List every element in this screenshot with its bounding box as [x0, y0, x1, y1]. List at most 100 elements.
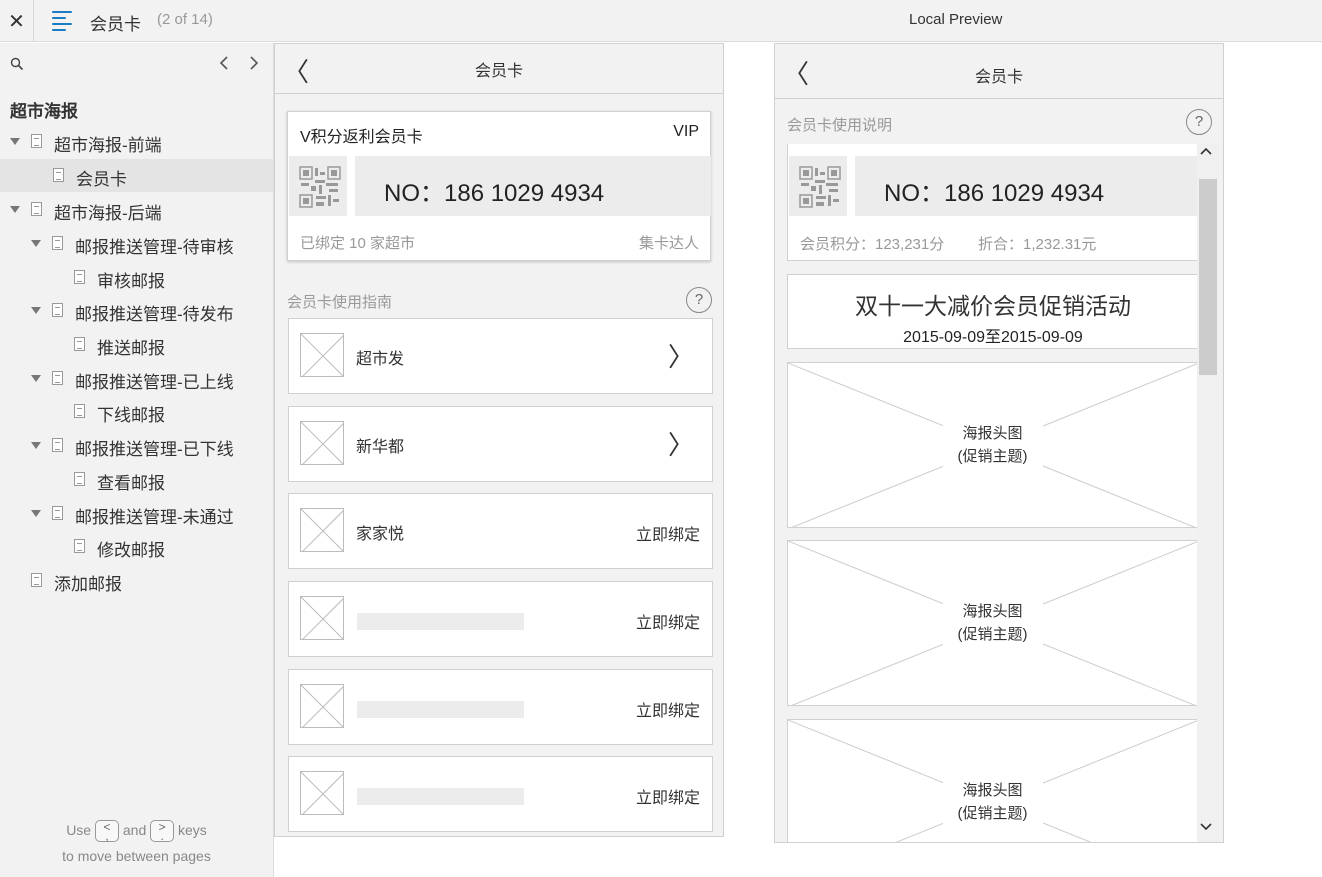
page-icon [52, 303, 63, 317]
store-name: 新华都 [356, 439, 405, 456]
tree-item-label: 邮报推送管理-待审核 [75, 238, 234, 257]
caret-down-icon[interactable] [10, 138, 20, 145]
page-icon [74, 539, 85, 553]
hint-line2: to move between pages [62, 848, 211, 864]
caret-down-icon[interactable] [31, 307, 41, 314]
tree-item-label: 邮报推送管理-未通过 [75, 508, 234, 527]
store-name-placeholder [357, 701, 524, 718]
header-title: 会员卡 [974, 69, 1023, 86]
close-button[interactable]: ✕ [0, 0, 34, 42]
tree-item-label: 审核邮报 [97, 272, 165, 291]
member-card[interactable]: V积分返利会员卡 VIP NO：186 1029 4934 已绑定 10 家超市… [287, 111, 711, 261]
chevron-right-icon[interactable]: 〉 [668, 337, 694, 374]
usage-label: 会员卡使用说明 [787, 117, 893, 134]
poster-placeholder[interactable]: 海报头图 (促销主题) [787, 719, 1198, 842]
page-icon [52, 371, 63, 385]
store-logo-placeholder [300, 596, 344, 640]
tree-item-online[interactable]: 邮报推送管理-已上线 [0, 362, 273, 395]
tree-item-frontend[interactable]: 超市海报-前端 [0, 125, 273, 158]
page-count: (2 of 14) [157, 11, 213, 28]
card-number-box: NO：186 1029 4934 [855, 156, 1200, 216]
tree-item-pending-review[interactable]: 邮报推送管理-待审核 [0, 227, 273, 260]
scroll-down-icon[interactable] [1199, 822, 1213, 832]
bound-stores: 已绑定 10 家超市 [300, 235, 416, 252]
page-icon [52, 236, 63, 250]
page-icon [31, 573, 42, 587]
header-title: 会员卡 [474, 63, 523, 80]
caret-down-icon[interactable] [10, 206, 20, 213]
image-placeholder-icon [301, 334, 343, 376]
qr-code-icon [799, 166, 841, 208]
member-points: 会员积分：123,231分 [800, 236, 945, 253]
store-row[interactable]: 家家悦 立即绑定 [288, 493, 713, 569]
tree-item-label: 添加邮报 [54, 575, 122, 594]
promo-banner[interactable]: 双十一大减价会员促销活动 2015-09-09至2015-09-09 [787, 274, 1199, 349]
page-icon [74, 472, 85, 486]
sitemap-root: 超市海报 [10, 102, 78, 121]
store-row[interactable]: 新华都 〉 [288, 406, 713, 482]
tree-item-label: 查看邮报 [97, 474, 165, 493]
key-next-icon: >. [150, 820, 175, 843]
page-icon [74, 337, 85, 351]
page-icon [74, 404, 85, 418]
chevron-right-icon[interactable]: 〉 [668, 425, 694, 462]
tree-item-add-mail[interactable]: 添加邮报 [0, 564, 273, 597]
poster-caption: 海报头图 (促销主题) [788, 600, 1197, 646]
top-bar: ✕ 会员卡 (2 of 14) Local Preview [0, 0, 1322, 42]
tree-item-backend[interactable]: 超市海报-后端 [0, 193, 273, 226]
bind-now-button[interactable]: 立即绑定 [636, 697, 700, 721]
caret-down-icon[interactable] [31, 375, 41, 382]
page-icon [52, 438, 63, 452]
tree-item-rejected[interactable]: 邮报推送管理-未通过 [0, 497, 273, 530]
next-page-button[interactable] [248, 55, 260, 76]
tree-item-push-mail[interactable]: 推送邮报 [0, 328, 273, 361]
tree-item-pending-publish[interactable]: 邮报推送管理-待发布 [0, 294, 273, 327]
menu-icon[interactable] [52, 11, 74, 31]
bind-now-button[interactable]: 立即绑定 [636, 784, 700, 808]
points-value: 折合：1,232.31元 [978, 236, 1097, 253]
tree-item-member-card[interactable]: 会员卡 [0, 159, 273, 192]
image-placeholder-icon [301, 422, 343, 464]
prev-page-button[interactable] [218, 55, 230, 76]
poster-title: 海报头图 [942, 600, 1043, 623]
sidebar: 超市海报 超市海报-前端 会员卡 超市海报-后端 邮报推送管理-待审核 审核邮报… [0, 43, 274, 877]
caret-down-icon[interactable] [31, 510, 41, 517]
bind-now-button[interactable]: 立即绑定 [636, 609, 700, 633]
poster-placeholder[interactable]: 海报头图 (促销主题) [787, 362, 1198, 528]
promo-dates: 2015-09-09至2015-09-09 [903, 329, 1083, 346]
bind-now-button[interactable]: 立即绑定 [636, 521, 700, 545]
tree-item-review-mail[interactable]: 审核邮报 [0, 261, 273, 294]
member-card[interactable]: NO：186 1029 4934 会员积分：123,231分 折合：1,232.… [787, 144, 1200, 261]
poster-title: 海报头图 [942, 422, 1043, 445]
scroll-up-icon[interactable] [1199, 146, 1213, 156]
store-logo-placeholder [300, 684, 344, 728]
store-row[interactable]: 超市发 〉 [288, 318, 713, 394]
member-card-detail-preview: 〈 会员卡 会员卡使用说明 ? NO：186 1029 4934 会员积分：12… [774, 43, 1224, 843]
tree-item-offline-mail[interactable]: 下线邮报 [0, 395, 273, 428]
keyboard-hint: Use <, and >. keys to move between pages [0, 817, 273, 869]
header-bar: 〈 会员卡 [275, 44, 723, 94]
store-row[interactable]: 立即绑定 [288, 581, 713, 657]
store-name-placeholder [357, 788, 524, 805]
store-name: 家家悦 [356, 526, 405, 543]
search-icon[interactable] [10, 57, 24, 71]
preview-label: Local Preview [909, 11, 1003, 28]
store-row[interactable]: 立即绑定 [288, 669, 713, 745]
poster-placeholder[interactable]: 海报头图 (促销主题) [787, 540, 1198, 706]
tree-item-offline[interactable]: 邮报推送管理-已下线 [0, 429, 273, 462]
chevron-right-icon [250, 56, 259, 70]
card-number-box: NO：186 1029 4934 [355, 156, 711, 216]
caret-down-icon[interactable] [31, 240, 41, 247]
page-icon [31, 134, 42, 148]
help-icon[interactable]: ? [686, 287, 712, 313]
store-row[interactable]: 立即绑定 [288, 756, 713, 832]
tree-item-view-mail[interactable]: 查看邮报 [0, 463, 273, 496]
tree-item-edit-mail[interactable]: 修改邮报 [0, 530, 273, 563]
poster-subtitle: (促销主题) [942, 623, 1043, 646]
guide-label: 会员卡使用指南 [287, 294, 393, 311]
help-icon[interactable]: ? [1186, 109, 1212, 135]
store-name-placeholder [357, 613, 524, 630]
tree-item-label: 超市海报-前端 [54, 136, 162, 155]
caret-down-icon[interactable] [31, 442, 41, 449]
scrollbar-thumb[interactable] [1199, 179, 1217, 375]
